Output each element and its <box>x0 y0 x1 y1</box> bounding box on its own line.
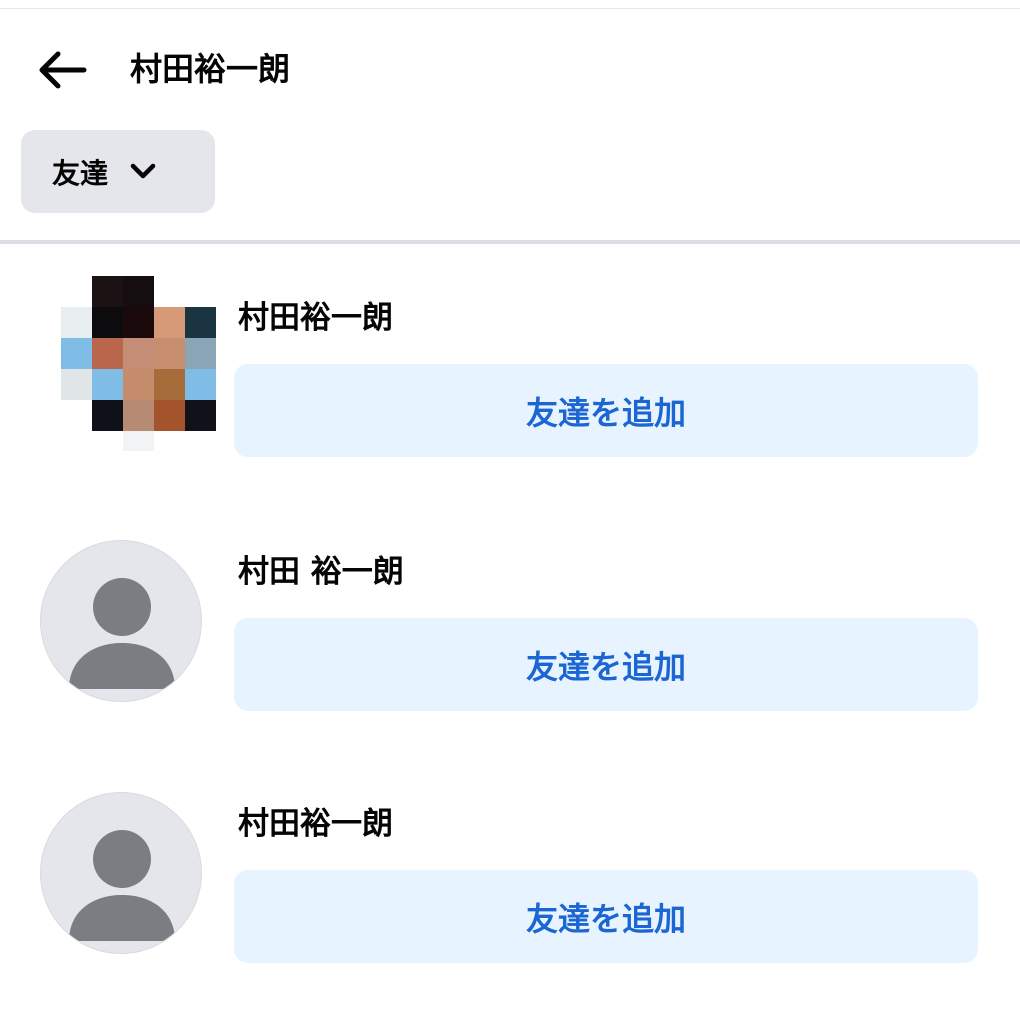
back-button[interactable] <box>30 42 94 98</box>
add-friend-label: 友達を追加 <box>525 393 686 432</box>
result-name[interactable]: 村田裕一朗 <box>238 296 393 340</box>
chevron-down-icon <box>130 159 156 185</box>
add-friend-button[interactable]: 友達を追加 <box>234 364 978 457</box>
pixelated-photo-icon <box>61 276 216 451</box>
add-friend-label: 友達を追加 <box>525 647 686 686</box>
default-avatar[interactable] <box>40 792 202 954</box>
add-friend-button[interactable]: 友達を追加 <box>234 870 978 963</box>
add-friend-label: 友達を追加 <box>525 899 686 938</box>
result-item: 村田裕一朗 友達を追加 <box>0 774 1020 1004</box>
filter-label: 友達 <box>52 156 109 190</box>
arrow-left-icon <box>39 51 87 89</box>
filter-friends-dropdown[interactable]: 友達 <box>21 130 215 213</box>
default-profile-icon <box>69 830 175 941</box>
result-item: 村田裕一朗 友達を追加 <box>0 268 1020 498</box>
result-name[interactable]: 村田 裕一朗 <box>238 550 404 594</box>
default-profile-icon <box>69 578 175 689</box>
section-divider <box>0 240 1020 244</box>
header: 村田裕一朗 友達 <box>0 0 1020 240</box>
default-avatar[interactable] <box>40 540 202 702</box>
result-item: 村田 裕一朗 友達を追加 <box>0 522 1020 752</box>
page-title: 村田裕一朗 <box>130 50 291 88</box>
profile-photo-avatar[interactable] <box>40 276 216 451</box>
add-friend-button[interactable]: 友達を追加 <box>234 618 978 711</box>
result-name[interactable]: 村田裕一朗 <box>238 802 393 846</box>
